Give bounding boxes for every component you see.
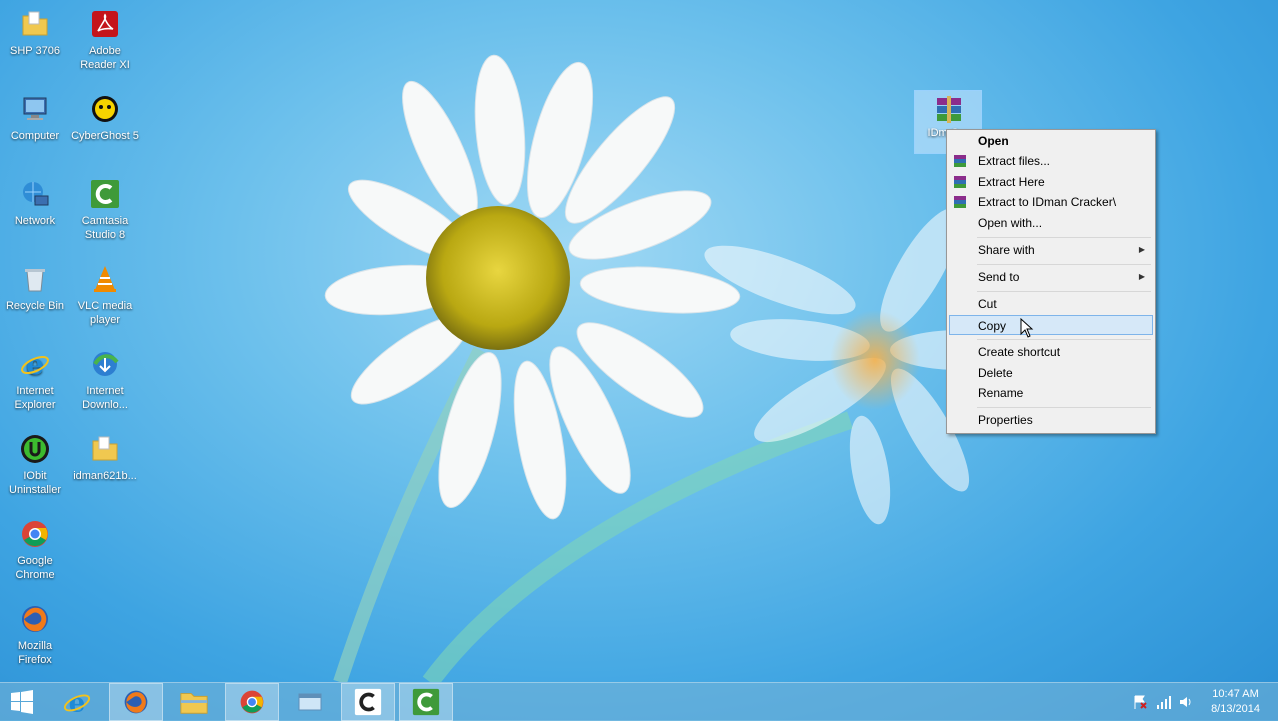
file-explorer-icon <box>180 693 208 714</box>
menu-item-open[interactable]: Open <box>949 131 1153 151</box>
menu-separator <box>977 237 1151 238</box>
menu-item-open-with[interactable]: Open with... <box>949 213 1153 233</box>
taskbar-internet-explorer[interactable]: e <box>50 683 104 721</box>
windows-start-icon <box>11 690 33 714</box>
action-center-flag-icon[interactable] <box>1132 694 1148 710</box>
taskbar-file-explorer[interactable] <box>167 683 221 721</box>
menu-separator <box>977 339 1151 340</box>
context-menu: Open Extract files... Extract Here Extra… <box>946 129 1156 434</box>
taskbar: e 10:47 AM 8/13/2014 <box>0 682 1278 721</box>
menu-item-copy[interactable]: Copy <box>949 315 1153 335</box>
network-icon <box>23 182 49 206</box>
taskbar-window[interactable] <box>283 683 337 721</box>
cyberghost-icon <box>92 96 118 122</box>
menu-item-cut[interactable]: Cut <box>949 294 1153 314</box>
desktop-icon-recycle-bin[interactable]: Recycle Bin <box>0 263 70 313</box>
desktop-icon-computer[interactable]: Computer <box>0 93 70 143</box>
taskbar-clock[interactable]: 10:47 AM 8/13/2014 <box>1211 687 1260 717</box>
menu-separator <box>977 291 1151 292</box>
window-icon <box>298 693 322 711</box>
mouse-cursor-icon <box>1020 318 1034 338</box>
svg-text:e: e <box>26 348 44 380</box>
menu-item-extract-files[interactable]: Extract files... <box>949 151 1153 171</box>
chrome-icon <box>240 690 264 714</box>
menu-item-send-to[interactable]: Send to ▶ <box>949 267 1153 287</box>
winrar-icon <box>954 155 966 167</box>
firefox-icon <box>22 606 48 632</box>
submenu-arrow-icon: ▶ <box>1138 245 1145 254</box>
camtasia-icon <box>354 688 382 716</box>
firefox-icon <box>124 690 148 714</box>
desktop-icon-adobe-reader[interactable]: Adobe Reader XI <box>70 8 140 72</box>
clock-time: 10:47 AM <box>1212 688 1259 700</box>
desktop-icon-cyberghost[interactable]: CyberGhost 5 <box>70 93 140 143</box>
menu-separator <box>977 264 1151 265</box>
desktop-icon-internet-download-manager[interactable]: Internet Downlo... <box>70 348 140 412</box>
adobe-reader-icon <box>92 11 118 37</box>
desktop-icon-iobit[interactable]: IObit Uninstaller <box>0 433 70 497</box>
iobit-icon <box>21 435 49 463</box>
vlc-icon <box>94 266 116 292</box>
computer-icon <box>23 97 47 120</box>
taskbar-chrome[interactable] <box>225 683 279 721</box>
menu-item-extract-here[interactable]: Extract Here <box>949 172 1153 192</box>
svg-text:e: e <box>69 687 86 717</box>
camtasia-icon <box>91 180 119 208</box>
menu-item-delete[interactable]: Delete <box>949 363 1153 383</box>
internet-download-manager-icon <box>93 352 119 376</box>
desktop-icon-camtasia[interactable]: Camtasia Studio 8 <box>70 178 140 242</box>
menu-item-rename[interactable]: Rename <box>949 383 1153 403</box>
menu-separator <box>977 407 1151 408</box>
recycle-bin-icon <box>25 269 45 292</box>
clock-date: 8/13/2014 <box>1211 703 1260 715</box>
menu-item-share-with[interactable]: Share with ▶ <box>949 240 1153 260</box>
start-button[interactable] <box>0 683 44 721</box>
taskbar-firefox[interactable] <box>109 683 163 721</box>
desktop-icon-internet-explorer[interactable]: e Internet Explorer <box>0 348 70 412</box>
menu-item-extract-to[interactable]: Extract to IDman Cracker\ <box>949 192 1153 212</box>
desktop-icon-firefox[interactable]: Mozilla Firefox <box>0 603 70 667</box>
winrar-archive-icon <box>937 96 961 123</box>
folder-icon <box>22 11 48 36</box>
desktop-icon-shp-3706[interactable]: SHP 3706 <box>0 8 70 58</box>
winrar-icon <box>954 176 966 188</box>
taskbar-camtasia-1[interactable] <box>341 683 395 721</box>
volume-icon[interactable] <box>1178 694 1194 710</box>
network-signal-icon[interactable] <box>1156 694 1172 710</box>
desktop-icon-vlc[interactable]: VLC media player <box>70 263 140 327</box>
desktop-icon-chrome[interactable]: Google Chrome <box>0 518 70 582</box>
menu-item-create-shortcut[interactable]: Create shortcut <box>949 342 1153 362</box>
internet-explorer-icon: e <box>21 348 49 380</box>
taskbar-camtasia-2[interactable] <box>399 683 453 721</box>
desktop-icon-network[interactable]: Network <box>0 178 70 228</box>
menu-item-properties[interactable]: Properties <box>949 410 1153 430</box>
desktop-icon-idman-folder[interactable]: idman621b... <box>70 433 140 483</box>
submenu-arrow-icon: ▶ <box>1138 272 1145 281</box>
camtasia-icon <box>412 688 440 716</box>
folder-icon <box>92 436 118 461</box>
winrar-icon <box>954 196 966 208</box>
chrome-icon <box>22 521 48 547</box>
internet-explorer-icon: e <box>63 687 91 717</box>
